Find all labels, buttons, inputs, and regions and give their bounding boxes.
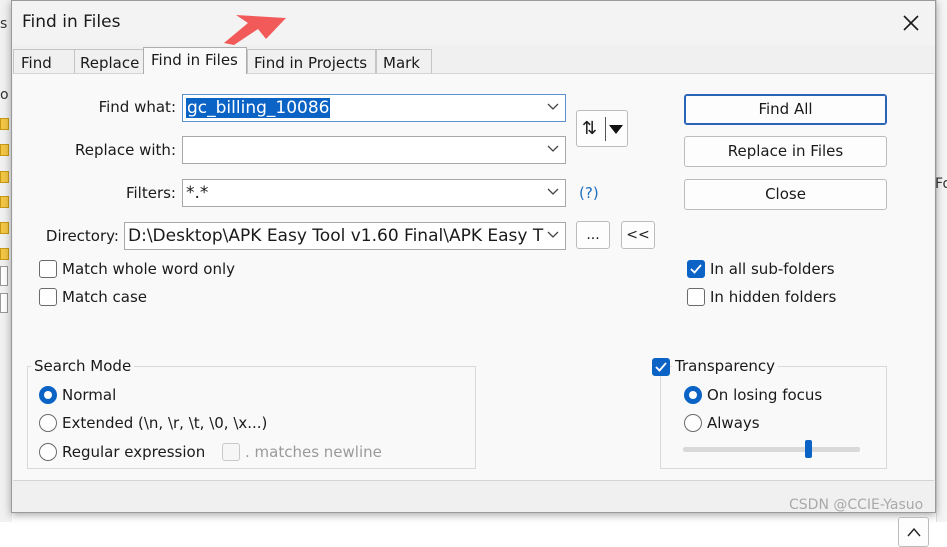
close-button[interactable]: Close [684,179,887,210]
folder-icon [0,171,9,183]
folder-icon [0,222,9,234]
in-all-subfolders-checkbox[interactable] [687,260,705,278]
find-what-value: gc_billing_10086 [186,98,331,118]
replace-in-files-button[interactable]: Replace in Files [684,136,887,167]
tab-find-in-projects[interactable]: Find in Projects [247,49,376,73]
replace-with-label: Replace with: [75,141,176,159]
dialog-title: Find in Files [22,12,121,32]
checkmark-icon [690,264,702,274]
in-hidden-folders-checkbox[interactable] [687,288,705,306]
transparency-slider-thumb[interactable] [805,440,812,458]
chevron-up-icon [906,527,921,537]
directory-label: Directory: [45,227,119,245]
tab-replace[interactable]: Replace [74,49,145,73]
separator [605,117,606,141]
transparency-on-losing-focus-radio[interactable] [684,386,702,404]
search-mode-normal-radio[interactable] [39,386,57,404]
directory-input[interactable]: D:\Desktop\APK Easy Tool v1.60 Final\APK… [124,222,566,250]
match-whole-word-label: Match whole word only [62,260,236,278]
chevron-down-icon[interactable] [547,145,559,153]
filters-label: Filters: [125,184,176,202]
folder-icon [0,144,9,156]
follow-current-doc-button[interactable]: << [621,221,655,249]
background-window-right [936,0,947,522]
find-in-files-panel: Find what: gc_billing_10086 ⇅ Replace wi… [13,73,934,547]
search-mode-normal-label: Normal [62,386,117,404]
folder-icon [0,248,9,260]
transparency-checkbox[interactable] [652,358,670,376]
triangle-down-icon [609,125,623,134]
in-all-subfolders-label: In all sub-folders [710,260,835,278]
close-icon [903,15,919,31]
search-mode-title: Search Mode [31,357,135,375]
directory-value: D:\Desktop\APK Easy Tool v1.60 Final\APK… [128,226,544,246]
matches-newline-checkbox[interactable] [222,443,240,461]
file-icon [0,293,8,313]
swap-arrows-icon: ⇅ [582,118,598,139]
match-whole-word-checkbox[interactable] [39,260,57,278]
search-mode-regex-label: Regular expression [62,443,206,461]
replace-with-input[interactable] [182,136,566,164]
swap-find-replace-button[interactable]: ⇅ [576,110,628,147]
transparency-label: Transparency [672,357,779,375]
background-text-fragment: s [0,16,8,32]
filters-value: *.* [186,183,209,203]
chevron-down-icon[interactable] [547,103,559,111]
transparency-always-label: Always [707,414,760,432]
in-hidden-folders-label: In hidden folders [710,288,837,306]
find-what-label: Find what: [98,98,176,116]
search-mode-regex-radio[interactable] [39,443,57,461]
tab-find[interactable]: Find [13,49,79,73]
close-window-button[interactable] [890,5,930,41]
background-text-fragment: Fo [935,176,947,192]
watermark: CSDN @CCIE-Yasuo [789,497,924,513]
matches-newline-label: . matches newline [245,443,382,461]
red-arrow-annotation-icon [224,15,286,45]
background-text-fragment: o [0,87,9,103]
chevron-down-icon[interactable] [547,231,559,239]
transparency-always-radio[interactable] [684,414,702,432]
transparency-slider-track[interactable] [683,447,860,452]
find-in-files-dialog: Find in Files Find Replace Find in Files… [11,0,936,547]
search-mode-extended-label: Extended (\n, \r, \t, \0, \x...) [62,414,268,432]
checkmark-icon [655,362,667,372]
title-bar[interactable]: Find in Files [12,1,935,45]
find-what-input[interactable]: gc_billing_10086 [182,94,566,122]
filters-input[interactable]: *.* [182,179,566,207]
browse-directory-button[interactable]: ... [576,221,610,249]
file-icon [0,266,8,286]
transparency-on-losing-focus-label: On losing focus [707,386,823,404]
chevron-down-icon[interactable] [547,188,559,196]
folder-icon [0,118,9,130]
find-all-button[interactable]: Find All [684,94,887,125]
tab-find-in-files[interactable]: Find in Files [143,47,247,74]
match-case-checkbox[interactable] [39,288,57,306]
folder-icon [0,196,9,208]
filters-help-link[interactable]: (?) [579,184,599,202]
search-mode-extended-radio[interactable] [39,414,57,432]
match-case-label: Match case [62,288,148,306]
tab-mark[interactable]: Mark [376,49,432,73]
